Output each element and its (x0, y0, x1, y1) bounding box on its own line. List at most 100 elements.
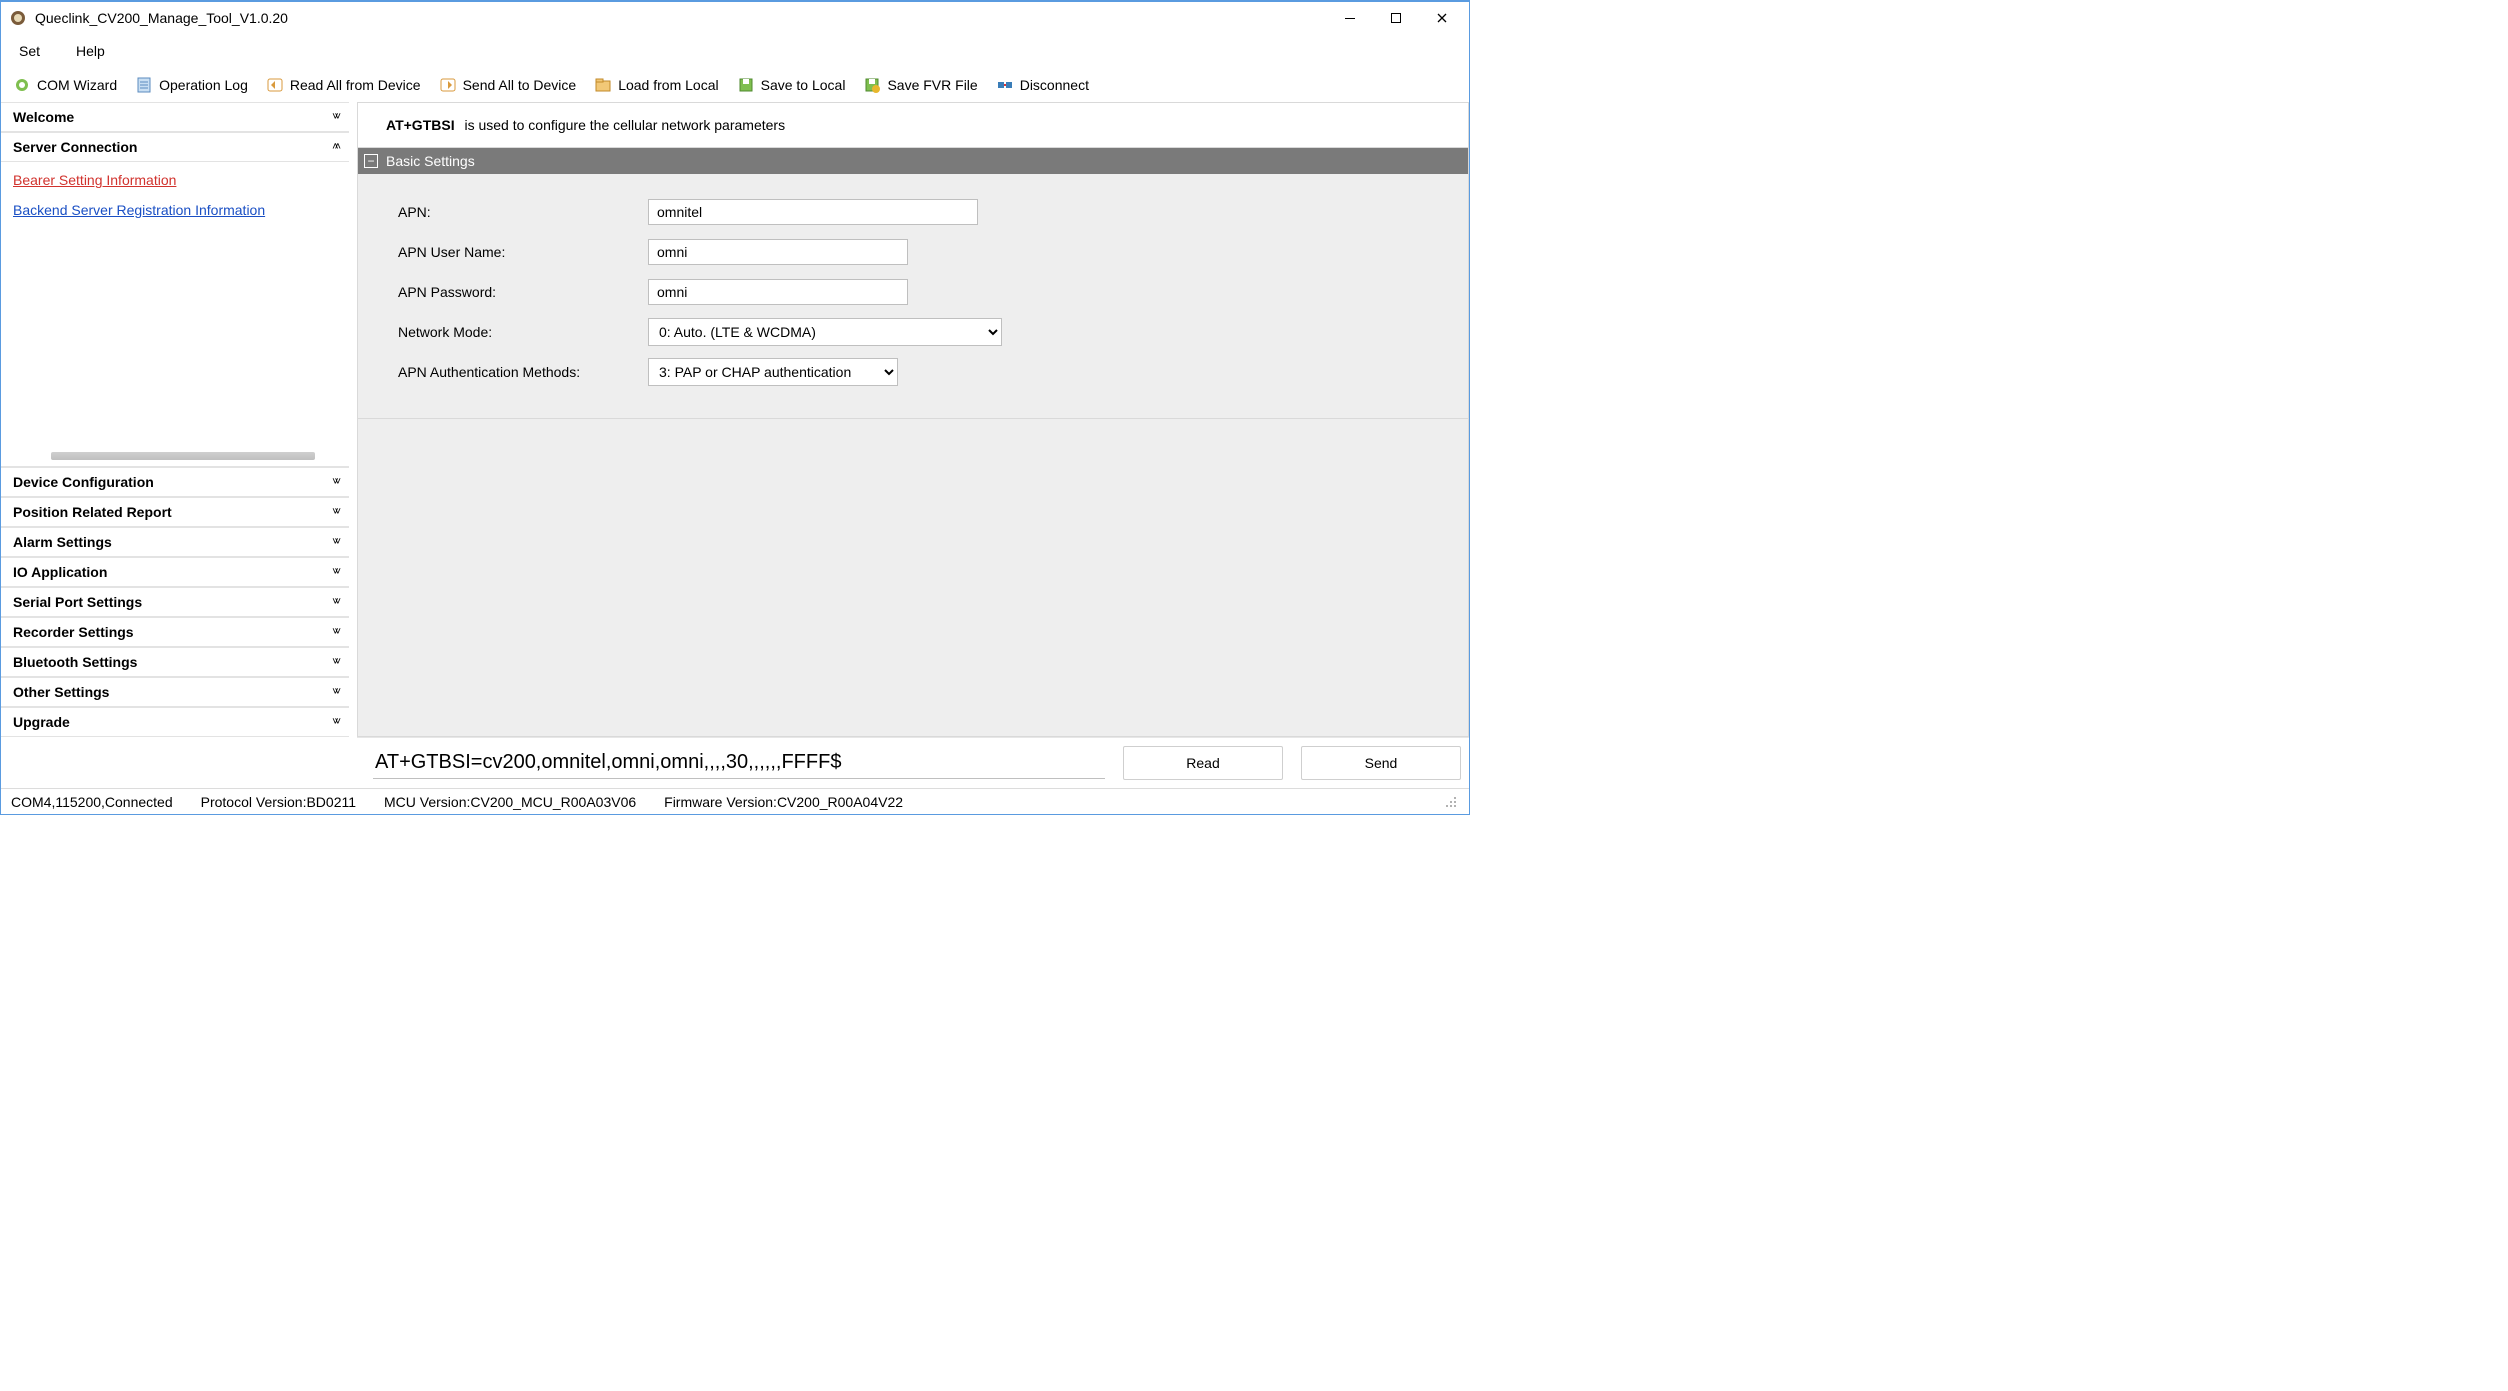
chevron-down-icon: ˅˅ (332, 656, 337, 668)
row-auth-method: APN Authentication Methods: 3: PAP or CH… (398, 352, 1444, 392)
sidebar-section-welcome[interactable]: Welcome ˅˅ (1, 102, 349, 132)
sidebar: Welcome ˅˅ Server Connection ˄˄ Bearer S… (1, 102, 349, 788)
toolbar-label: Disconnect (1020, 77, 1089, 93)
chevron-down-icon: ˅˅ (332, 716, 337, 728)
apn-pass-input[interactable] (648, 279, 908, 305)
menu-set[interactable]: Set (13, 39, 46, 63)
com-wizard-button[interactable]: COM Wizard (9, 74, 121, 96)
apn-input[interactable] (648, 199, 978, 225)
link-bearer-setting[interactable]: Bearer Setting Information (13, 172, 337, 188)
chevron-down-icon: ˅˅ (332, 626, 337, 638)
sidebar-section-recorder[interactable]: Recorder Settings ˅˅ (1, 617, 349, 647)
row-apn-user: APN User Name: (398, 232, 1444, 272)
window-title: Queclink_CV200_Manage_Tool_V1.0.20 (35, 10, 288, 26)
titlebar: Queclink_CV200_Manage_Tool_V1.0.20 (1, 2, 1469, 34)
send-button[interactable]: Send (1301, 746, 1461, 780)
command-description: AT+GTBSI is used to configure the cellul… (357, 102, 1469, 147)
collapse-icon: − (364, 154, 378, 168)
sidebar-section-other[interactable]: Other Settings ˅˅ (1, 677, 349, 707)
command-string-input[interactable] (373, 747, 1105, 779)
minimize-button[interactable] (1327, 3, 1373, 33)
read-button[interactable]: Read (1123, 746, 1283, 780)
row-network-mode: Network Mode: 0: Auto. (LTE & WCDMA) (398, 312, 1444, 352)
section-label: Position Related Report (13, 504, 172, 520)
group-title: Basic Settings (386, 153, 475, 169)
command-name: AT+GTBSI (386, 117, 455, 133)
apn-label: APN: (398, 204, 648, 220)
close-button[interactable] (1419, 3, 1465, 33)
save-local-button[interactable]: Save to Local (733, 74, 850, 96)
toolbar-label: Send All to Device (463, 77, 577, 93)
status-connection: COM4,115200,Connected (11, 794, 173, 810)
network-mode-select[interactable]: 0: Auto. (LTE & WCDMA) (648, 318, 1002, 346)
link-backend-server[interactable]: Backend Server Registration Information (13, 202, 337, 218)
sidebar-section-serial-port[interactable]: Serial Port Settings ˅˅ (1, 587, 349, 617)
sidebar-scrollbar[interactable] (51, 452, 315, 460)
app-window: Queclink_CV200_Manage_Tool_V1.0.20 Set H… (0, 0, 1470, 815)
apn-user-input[interactable] (648, 239, 908, 265)
sidebar-section-device-configuration[interactable]: Device Configuration ˅˅ (1, 467, 349, 497)
section-label: Bluetooth Settings (13, 654, 137, 670)
auth-method-label: APN Authentication Methods: (398, 364, 648, 380)
section-label: Alarm Settings (13, 534, 112, 550)
chevron-down-icon: ˅˅ (332, 686, 337, 698)
disconnect-button[interactable]: Disconnect (992, 74, 1093, 96)
group-filler (358, 419, 1468, 736)
menu-help[interactable]: Help (70, 39, 111, 63)
row-apn: APN: (398, 192, 1444, 232)
status-mcu: MCU Version:CV200_MCU_R00A03V06 (384, 794, 636, 810)
read-all-button[interactable]: Read All from Device (262, 74, 425, 96)
sidebar-section-alarm-settings[interactable]: Alarm Settings ˅˅ (1, 527, 349, 557)
body: Welcome ˅˅ Server Connection ˄˄ Bearer S… (1, 102, 1469, 788)
main-panel: AT+GTBSI is used to configure the cellul… (349, 102, 1469, 788)
toolbar-label: Save to Local (761, 77, 846, 93)
save-fvr-button[interactable]: Save FVR File (859, 74, 981, 96)
status-firmware: Firmware Version:CV200_R00A04V22 (664, 794, 903, 810)
toolbar-label: Operation Log (159, 77, 248, 93)
sidebar-bottom-stack: Device Configuration ˅˅ Position Related… (1, 466, 349, 737)
section-label: Upgrade (13, 714, 70, 730)
chevron-up-icon: ˄˄ (332, 141, 337, 153)
chevron-down-icon: ˅˅ (332, 536, 337, 548)
apn-user-label: APN User Name: (398, 244, 648, 260)
sidebar-section-server-connection[interactable]: Server Connection ˄˄ (1, 132, 349, 162)
toolbar-label: Load from Local (618, 77, 718, 93)
section-label: Device Configuration (13, 474, 154, 490)
chevron-down-icon: ˅˅ (332, 566, 337, 578)
send-icon (439, 76, 457, 94)
apn-pass-label: APN Password: (398, 284, 648, 300)
load-local-button[interactable]: Load from Local (590, 74, 722, 96)
save-icon (737, 76, 755, 94)
chevron-down-icon: ˅˅ (332, 596, 337, 608)
send-all-button[interactable]: Send All to Device (435, 74, 581, 96)
sidebar-section-upgrade[interactable]: Upgrade ˅˅ (1, 707, 349, 737)
sidebar-section-position-report[interactable]: Position Related Report ˅˅ (1, 497, 349, 527)
group-body: APN: APN User Name: APN Password: Networ… (358, 174, 1468, 419)
operation-log-button[interactable]: Operation Log (131, 74, 252, 96)
group-header[interactable]: − Basic Settings (358, 148, 1468, 174)
toolbar-label: COM Wizard (37, 77, 117, 93)
sidebar-section-io-application[interactable]: IO Application ˅˅ (1, 557, 349, 587)
section-label: Welcome (13, 109, 74, 125)
auth-method-select[interactable]: 3: PAP or CHAP authentication (648, 358, 898, 386)
chevron-down-icon: ˅˅ (332, 476, 337, 488)
menubar: Set Help (1, 34, 1469, 68)
disconnect-icon (996, 76, 1014, 94)
status-protocol: Protocol Version:BD0211 (201, 794, 356, 810)
section-label: IO Application (13, 564, 107, 580)
app-icon (9, 9, 27, 27)
command-desc-text: is used to configure the cellular networ… (464, 117, 785, 133)
sidebar-links: Bearer Setting Information Backend Serve… (1, 162, 349, 452)
toolbar-label: Read All from Device (290, 77, 421, 93)
read-icon (266, 76, 284, 94)
toolbar-label: Save FVR File (887, 77, 977, 93)
section-label: Serial Port Settings (13, 594, 142, 610)
section-label: Recorder Settings (13, 624, 134, 640)
sidebar-section-bluetooth[interactable]: Bluetooth Settings ˅˅ (1, 647, 349, 677)
command-row: Read Send (357, 737, 1469, 788)
log-icon (135, 76, 153, 94)
chevron-down-icon: ˅˅ (332, 506, 337, 518)
maximize-button[interactable] (1373, 3, 1419, 33)
resize-grip-icon[interactable] (1443, 794, 1459, 810)
toolbar: COM Wizard Operation Log Read All from D… (1, 68, 1469, 102)
